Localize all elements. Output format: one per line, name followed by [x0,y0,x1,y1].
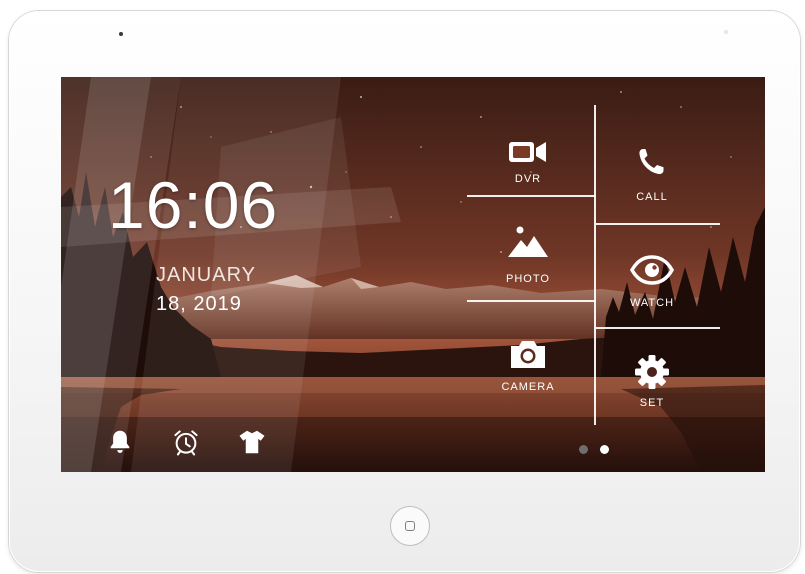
tile-photo[interactable]: PHOTO [473,223,583,285]
tile-divider-dvr-photo [467,195,595,197]
page-dot-2-active[interactable] [600,445,609,454]
home-screen: 16:06 JANUARY 18, 2019 DVR CALL PHOTO WA… [61,77,765,472]
tile-camera-label: CAMERA [501,381,555,393]
tile-call[interactable]: CALL [597,145,707,203]
page-dot-1[interactable] [579,445,588,454]
date-month: JANUARY [156,264,256,286]
date-day-year: 18, 2019 [156,293,242,315]
tile-divider-watch-set [596,327,720,329]
tile-camera[interactable]: CAMERA [473,335,583,393]
tile-dvr[interactable]: DVR [473,133,583,185]
home-button[interactable] [390,506,430,546]
light-sensor [724,30,728,34]
clock-time: 16:06 [108,168,279,242]
tile-set[interactable]: SET [597,353,707,409]
tile-dvr-label: DVR [514,173,542,185]
tile-watch-label: WATCH [629,297,675,309]
tshirt-icon[interactable] [237,427,267,457]
tile-divider-vertical [594,105,596,425]
video-camera-icon [509,142,546,162]
tile-divider-call-watch [596,223,720,225]
tile-set-label: SET [639,397,665,409]
tile-photo-label: PHOTO [506,273,550,285]
tile-watch[interactable]: WATCH [597,251,707,309]
home-square-icon [405,521,415,531]
camera-icon [511,341,545,368]
tile-call-label: CALL [636,191,668,203]
image-mountains-icon [508,226,548,257]
eye-icon [629,255,675,285]
front-camera-lens [119,32,123,36]
phone-icon [639,149,664,175]
alarm-clock-icon[interactable] [171,427,201,457]
gear-icon [635,355,669,389]
page-indicator [579,445,609,454]
bell-icon[interactable] [105,427,135,457]
tile-divider-photo-camera [467,300,595,302]
